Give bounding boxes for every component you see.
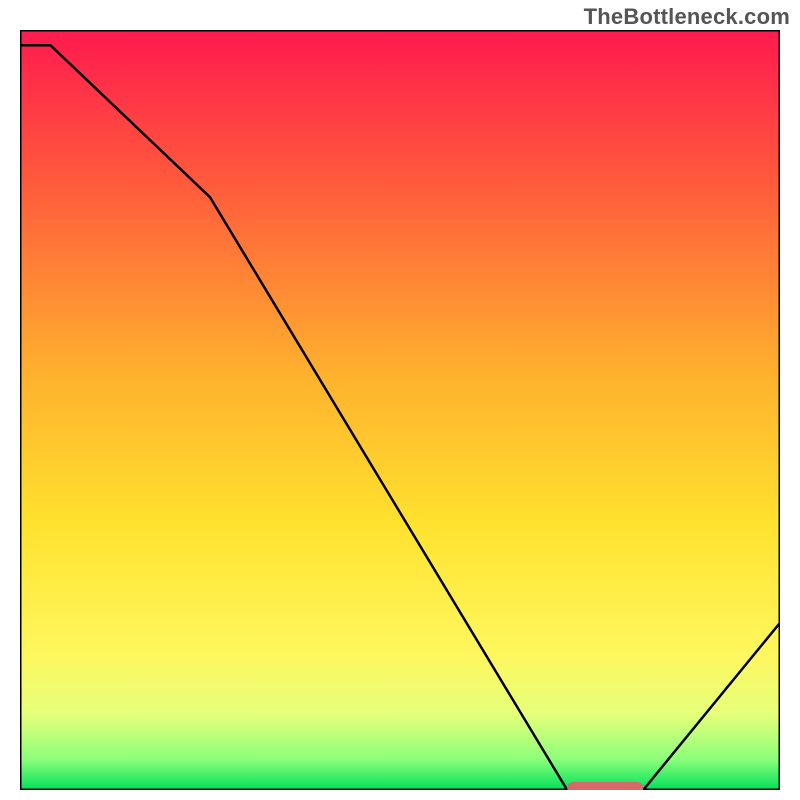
bottleneck-chart: [20, 30, 780, 790]
chart-page: TheBottleneck.com: [0, 0, 800, 800]
watermark-text: TheBottleneck.com: [584, 4, 790, 30]
optimal-range-marker: [567, 782, 643, 790]
chart-background-gradient: [20, 30, 780, 790]
chart-svg: [20, 30, 780, 790]
